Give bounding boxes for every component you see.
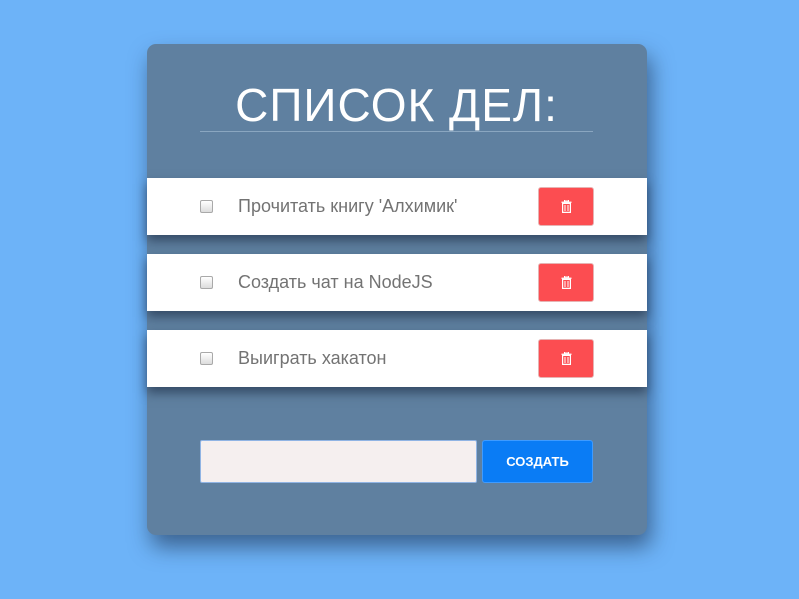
trash-icon <box>561 352 571 365</box>
create-task-button[interactable]: СОЗДАТЬ <box>482 440 593 483</box>
title-divider <box>200 131 593 132</box>
todo-card: СПИСОК ДЕЛ: Прочитать книгу 'Алхимик' Со… <box>147 44 647 535</box>
task-item: Выиграть хакатон <box>147 330 647 387</box>
delete-task-button[interactable] <box>538 263 594 302</box>
task-checkbox[interactable] <box>200 200 213 213</box>
task-checkbox[interactable] <box>200 276 213 289</box>
page-title: СПИСОК ДЕЛ: <box>235 79 558 131</box>
task-label: Создать чат на NodeJS <box>238 272 433 292</box>
task-item: Прочитать книгу 'Алхимик' <box>147 178 647 235</box>
delete-task-button[interactable] <box>538 187 594 226</box>
task-item: Создать чат на NodeJS <box>147 254 647 311</box>
delete-task-button[interactable] <box>538 339 594 378</box>
task-checkbox[interactable] <box>200 352 213 365</box>
task-label: Прочитать книгу 'Алхимик' <box>238 196 458 216</box>
trash-icon <box>561 276 571 289</box>
trash-icon <box>561 200 571 213</box>
task-label: Выиграть хакатон <box>238 348 387 368</box>
new-task-input[interactable] <box>200 440 477 483</box>
